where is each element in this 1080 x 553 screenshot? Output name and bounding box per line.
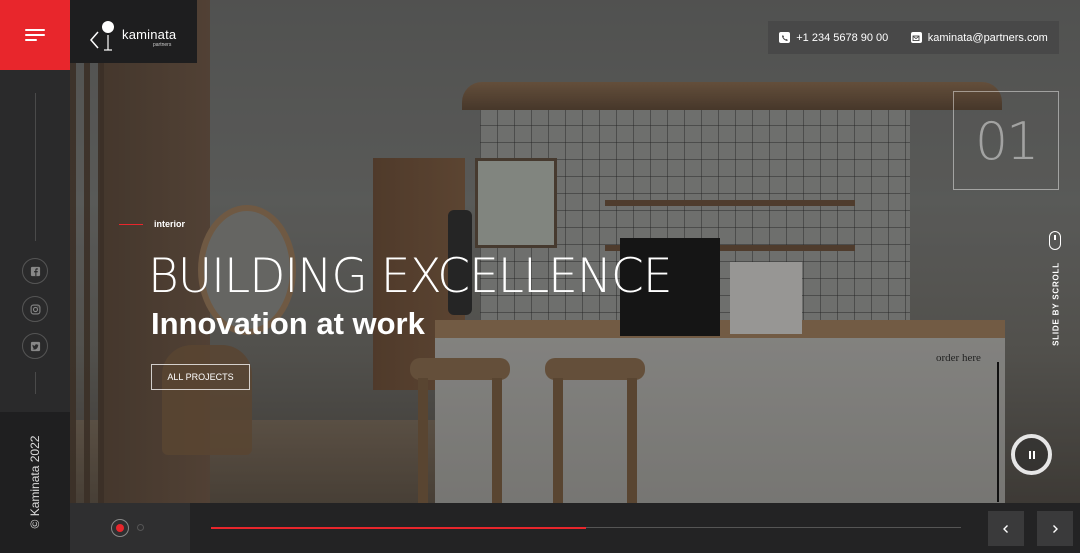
instagram-icon[interactable] <box>22 296 48 322</box>
copyright-text: © Kaminata 2022 <box>28 435 42 529</box>
pause-button[interactable] <box>1011 434 1052 475</box>
pause-icon <box>1028 450 1031 459</box>
category-label: interior <box>154 219 186 229</box>
facebook-icon[interactable] <box>22 258 48 284</box>
phone-link[interactable]: +1 234 5678 90 00 <box>779 32 888 44</box>
slide-dot-active[interactable] <box>111 519 129 537</box>
all-projects-button[interactable]: ALL PROJECTS <box>151 364 250 390</box>
progress-track <box>211 526 961 529</box>
chevron-left-icon <box>1003 524 1008 533</box>
subheadline: Innovation at work <box>151 306 425 341</box>
logo[interactable]: kaminata partners <box>70 0 197 63</box>
logo-mark-icon <box>90 21 114 51</box>
hamburger-icon <box>25 29 45 41</box>
chevron-right-icon <box>1053 524 1058 533</box>
category-line <box>119 224 143 225</box>
left-sidebar: © Kaminata 2022 <box>0 0 70 553</box>
twitter-icon[interactable] <box>22 333 48 359</box>
progress-fill <box>211 526 586 529</box>
menu-button[interactable] <box>0 0 70 70</box>
headline: BUILDING EXCELLENCE <box>148 249 673 304</box>
logo-text: kaminata <box>122 27 177 42</box>
divider-line <box>35 372 36 394</box>
scroll-hint: SLIDE BY SCROLL <box>1051 262 1061 346</box>
order-sign: order here <box>936 352 981 364</box>
slide-number: 01 <box>975 112 1039 172</box>
mouse-icon <box>1049 231 1061 250</box>
slide-dots <box>70 503 190 553</box>
slide-dot[interactable] <box>137 524 144 531</box>
sign-pole <box>997 362 999 502</box>
contact-bar: +1 234 5678 90 00 kaminata@partners.com <box>768 21 1059 54</box>
email-address: kaminata@partners.com <box>927 31 1048 44</box>
mail-icon <box>910 32 922 43</box>
next-button[interactable] <box>1037 511 1073 546</box>
phone-number: +1 234 5678 90 00 <box>796 31 889 44</box>
logo-subtext: partners <box>153 42 172 48</box>
divider-line <box>35 93 36 241</box>
prev-button[interactable] <box>988 511 1024 546</box>
pause-icon <box>1032 450 1035 459</box>
phone-icon <box>779 32 791 43</box>
email-link[interactable]: kaminata@partners.com <box>910 31 1048 44</box>
